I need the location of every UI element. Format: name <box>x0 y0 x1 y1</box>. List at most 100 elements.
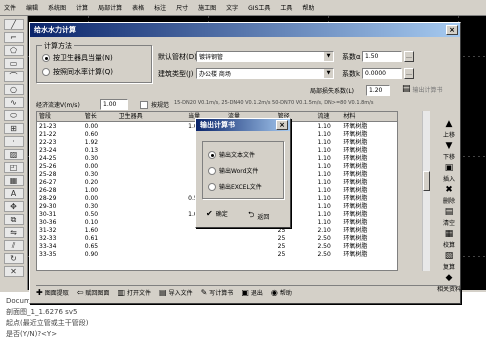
column-header[interactable]: 管段 <box>37 112 83 121</box>
side-button[interactable]: ▲ 上移 <box>434 119 464 141</box>
bottom-button-label: 赋回图面 <box>85 290 110 297</box>
table-cell: 1.10 <box>317 219 331 226</box>
side-button[interactable]: ✖ 删除 <box>434 185 464 207</box>
local-loss-input[interactable]: 1.20 <box>366 85 390 96</box>
table-scrollbar[interactable] <box>422 111 430 271</box>
radio-output-word[interactable]: 输出Word文件 <box>208 166 258 175</box>
building-type-select[interactable]: 办公楼 商场 ▼ <box>196 68 334 79</box>
menu-item-gis-tools[interactable]: GIS工具 <box>248 3 270 12</box>
output-report-button[interactable]: ▤ 输出计算书 <box>402 84 443 94</box>
menu-item-system-diagram[interactable]: 系统图 <box>48 3 66 12</box>
cad-menubar: 文件 编辑 系统图 计算 局部计算 表格 标注 尺寸 施工图 文字 GIS工具 … <box>0 0 486 16</box>
menu-item-construction[interactable]: 施工图 <box>198 3 216 12</box>
hatch-tool-icon[interactable]: ▨ <box>3 149 24 160</box>
menu-item-tools[interactable]: 工具 <box>280 3 292 12</box>
side-button-label: 删除 <box>442 198 455 205</box>
region-tool-icon[interactable]: ◰ <box>3 162 24 173</box>
insert-block-icon[interactable]: ⊞ <box>3 123 24 134</box>
scrollbar-thumb[interactable] <box>423 171 430 191</box>
radio-simultaneous-rate[interactable]: 按照同水率计算(Q) <box>42 67 113 77</box>
table-cell: 环氧树脂 <box>343 131 368 138</box>
table-row[interactable]: 33-35 0.90 25 2.50 环氧树脂 <box>37 250 397 258</box>
ellipse-tool-icon[interactable]: ⬭ <box>3 110 24 121</box>
column-header[interactable]: 卫生器具 <box>117 112 187 121</box>
bottom-button-label: 退出 <box>250 290 263 297</box>
side-button[interactable]: ▣ 插入 <box>434 163 464 185</box>
chevron-down-icon: ▼ <box>324 52 333 61</box>
velocity-spec-checkbox[interactable]: 按规范 <box>140 100 169 109</box>
calc-method-label: 计算方法 <box>42 41 74 51</box>
dialog-back-button[interactable]: ⮌ 返回 <box>248 209 269 223</box>
side-button-label: 校算 <box>442 242 455 249</box>
bottom-button-label: 导入文件 <box>168 290 193 297</box>
polyline-tool-icon[interactable]: ⌐ <box>3 32 24 43</box>
coef-a-pick-button[interactable]: … <box>404 51 414 62</box>
menu-item-file[interactable]: 文件 <box>4 3 16 12</box>
bottom-button[interactable]: ✎ 写计算书 <box>201 288 234 297</box>
rotate-tool-icon[interactable]: ↻ <box>3 253 24 264</box>
table-row[interactable]: 32-33 0.61 25 2.50 环氧树脂 <box>37 234 397 242</box>
arc-tool-icon[interactable]: ⌒ <box>3 71 24 82</box>
close-icon[interactable]: × <box>276 120 288 130</box>
bottom-button[interactable]: ▣ 退出 <box>241 288 263 297</box>
side-button[interactable]: ▼ 下移 <box>434 141 464 163</box>
side-button[interactable]: ▧ 复算 <box>434 251 464 273</box>
coef-k-pick-button[interactable]: … <box>404 68 414 79</box>
table-cell: 环氧树脂 <box>343 195 368 202</box>
menu-item-text[interactable]: 文字 <box>226 3 238 12</box>
table-cell <box>117 226 187 234</box>
polygon-tool-icon[interactable]: ⬠ <box>3 45 24 56</box>
side-button[interactable]: ▤ 清空 <box>434 207 464 229</box>
velocity-input[interactable]: 1.00 <box>100 99 128 110</box>
point-tool-icon[interactable]: · <box>3 136 24 147</box>
line-tool-icon[interactable]: ╱ <box>3 19 24 30</box>
radio-output-excel[interactable]: 输出EXCEL文件 <box>208 182 262 191</box>
menu-item-help[interactable]: 帮助 <box>302 3 314 12</box>
mtext-tool-icon[interactable]: A <box>3 188 24 199</box>
rectangle-tool-icon[interactable]: ▭ <box>3 58 24 69</box>
menu-item-table[interactable]: 表格 <box>132 3 144 12</box>
menu-item-dimension[interactable]: 尺寸 <box>176 3 188 12</box>
column-header[interactable]: 材料 <box>341 112 397 121</box>
bottom-button[interactable]: ⇦ 赋回图面 <box>77 288 110 297</box>
erase-tool-icon[interactable]: ✕ <box>3 266 24 277</box>
side-button[interactable]: ▦ 校算 <box>434 229 464 251</box>
table-cell: 25 <box>277 243 286 250</box>
menu-item-annotation[interactable]: 标注 <box>154 3 166 12</box>
table-cell: 环氧树脂 <box>343 203 368 210</box>
table-cell: 环氧树脂 <box>343 235 368 242</box>
output-report-label: 输出计算书 <box>412 86 443 94</box>
table-cell <box>226 234 276 242</box>
table-row[interactable]: 33-34 0.65 25 2.50 环氧树脂 <box>37 242 397 250</box>
column-header[interactable]: 流速 <box>315 112 341 121</box>
copy-tool-icon[interactable]: ⧉ <box>3 214 24 225</box>
table-cell: 0.20 <box>84 179 99 186</box>
menu-item-calc[interactable]: 计算 <box>76 3 88 12</box>
table-cell: 0.10 <box>84 219 99 226</box>
bottom-button[interactable]: ▥ 打开文件 <box>117 288 151 297</box>
bottom-button[interactable]: ✚ 图面提取 <box>36 288 69 297</box>
bottom-button[interactable]: ▤ 导入文件 <box>159 288 193 297</box>
offset-tool-icon[interactable]: ⫽ <box>3 240 24 251</box>
table-tool-icon[interactable]: ▦ <box>3 175 24 186</box>
coef-a-input[interactable]: 1.50 <box>362 51 402 62</box>
dialog-ok-button[interactable]: ✔ 确定 <box>206 209 228 218</box>
default-pipe-label: 默认管材(D) <box>158 52 197 61</box>
close-icon[interactable]: × <box>446 25 458 35</box>
coef-k-input[interactable]: 0.0000 <box>362 68 402 79</box>
table-cell: 环氧树脂 <box>343 139 368 146</box>
spline-tool-icon[interactable]: ∿ <box>3 97 24 108</box>
column-header[interactable]: 管长 <box>83 112 117 121</box>
menu-item-local-calc[interactable]: 局部计算 <box>98 3 122 12</box>
mirror-tool-icon[interactable]: ⇋ <box>3 227 24 238</box>
table-cell: 0.00 <box>84 195 99 202</box>
radio-output-text[interactable]: 输出文本文件 <box>208 150 255 159</box>
menu-item-edit[interactable]: 编辑 <box>26 3 38 12</box>
move-tool-icon[interactable]: ✥ <box>3 201 24 212</box>
table-cell: 0.65 <box>84 243 99 250</box>
radio-fixture-equivalent[interactable]: 按卫生器具当量(N) <box>42 53 113 63</box>
back-icon: ⮌ <box>248 210 255 219</box>
bottom-button[interactable]: ◉ 帮助 <box>271 288 292 297</box>
default-pipe-select[interactable]: 镀锌钢管 ▼ <box>196 51 334 62</box>
circle-tool-icon[interactable]: ○ <box>3 84 24 95</box>
